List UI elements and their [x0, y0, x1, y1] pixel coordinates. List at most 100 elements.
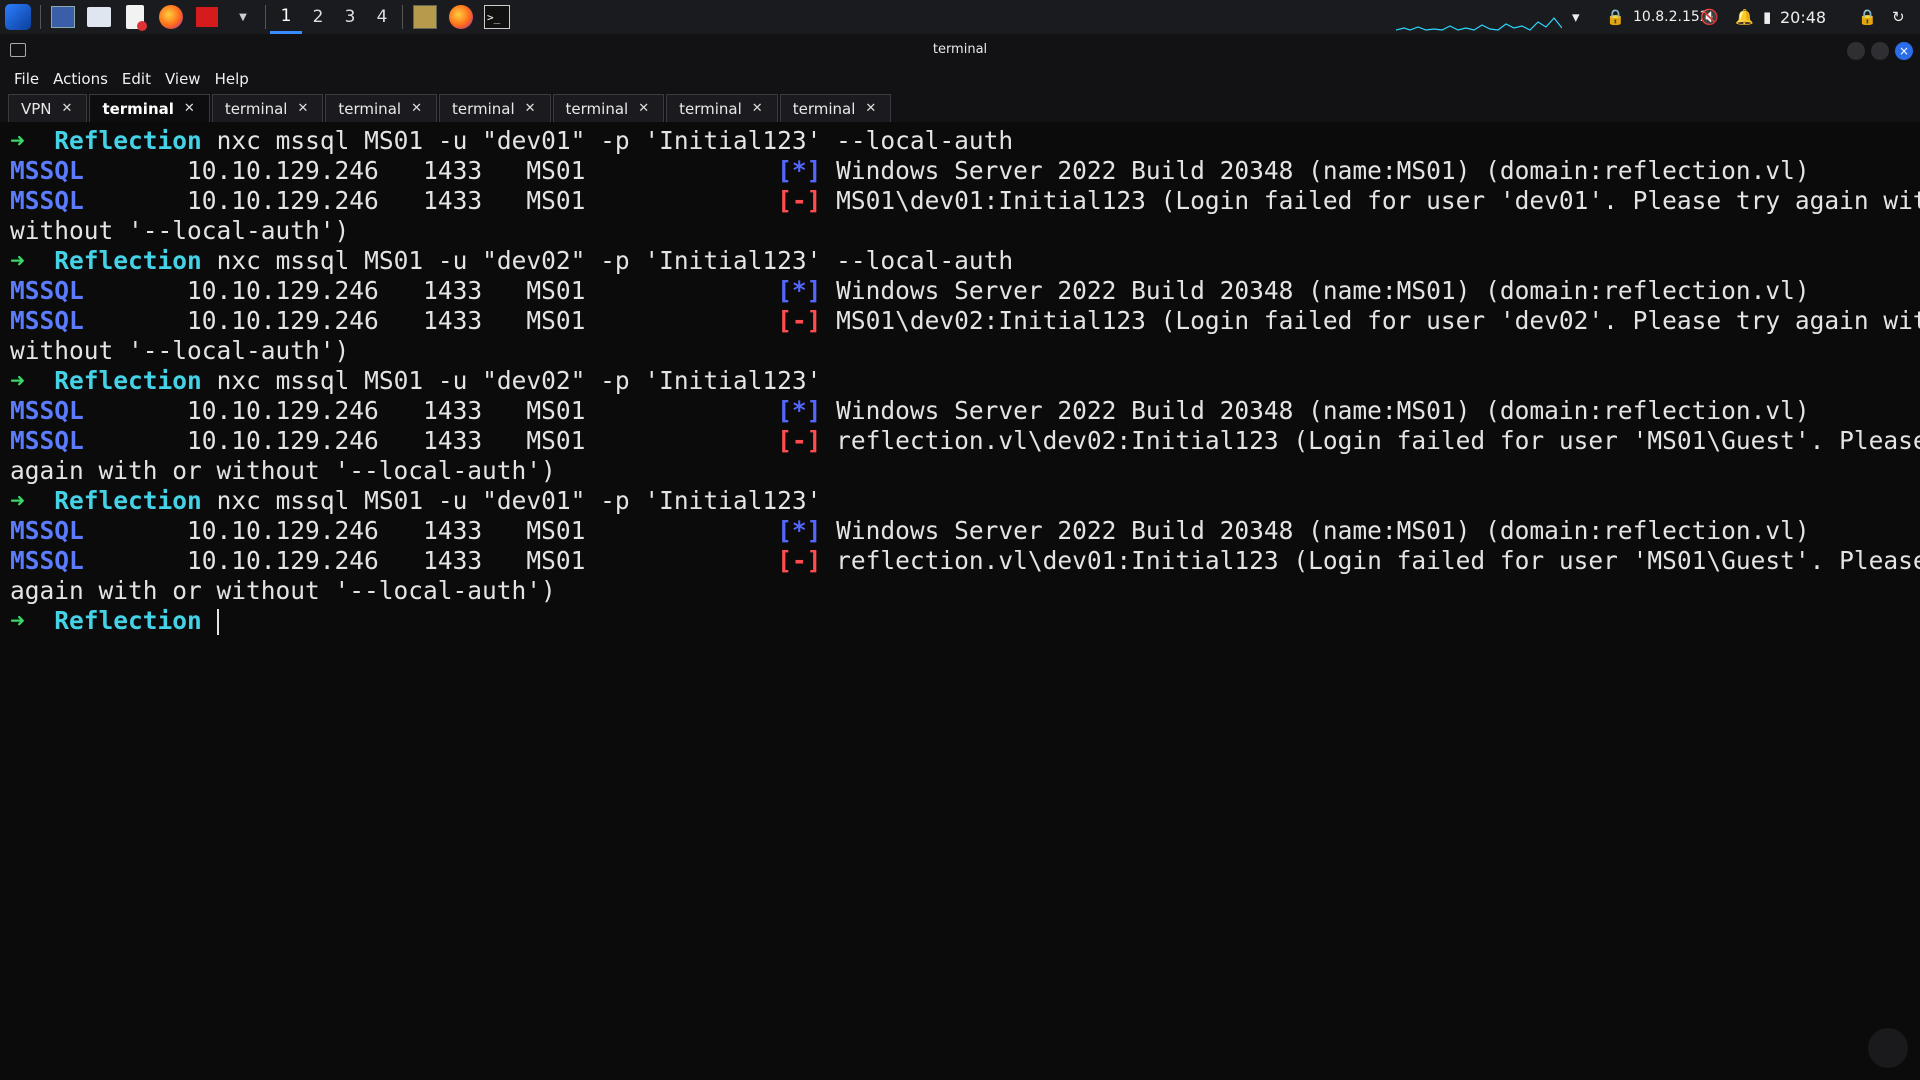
refresh-icon[interactable]: ↻: [1892, 0, 1905, 34]
close-icon[interactable]: ✕: [525, 101, 536, 116]
info-text: Windows Server 2022 Build 20348 (name:MS…: [836, 396, 1810, 425]
host-ip: 10.10.129.246: [187, 426, 379, 455]
battery-icon[interactable]: ▮: [1763, 0, 1771, 34]
output-line: MSSQL 10.10.129.246 1433 MS01 [*] Window…: [10, 396, 1910, 426]
workspace-4[interactable]: 4: [366, 0, 398, 34]
workspace-1[interactable]: 1: [270, 0, 302, 34]
prompt-dir: Reflection: [54, 246, 202, 275]
output-line: without '--local-auth'): [10, 216, 1910, 246]
close-icon[interactable]: ✕: [638, 101, 649, 116]
output-line: again with or without '--local-auth'): [10, 576, 1910, 606]
menu-edit[interactable]: Edit: [122, 70, 151, 88]
port: 1433: [423, 156, 483, 185]
tab-terminal[interactable]: terminal ✕: [666, 94, 778, 122]
prompt-line-current[interactable]: ➜ Reflection: [10, 606, 1910, 636]
vpn-ip-address: 10.8.2.152: [1633, 9, 1709, 25]
prompt-dir: Reflection: [54, 486, 202, 515]
tab-vpn[interactable]: VPN ✕: [8, 94, 88, 122]
menu-view[interactable]: View: [165, 70, 201, 88]
close-icon[interactable]: ✕: [297, 101, 308, 116]
tab-label: terminal: [451, 99, 515, 118]
tab-terminal[interactable]: terminal ✕: [552, 94, 665, 122]
tab-terminal[interactable]: terminal ✕: [779, 94, 892, 122]
menu-file[interactable]: File: [14, 70, 39, 88]
port: 1433: [423, 306, 483, 335]
file-manager-icon[interactable]: [86, 4, 112, 30]
prompt-arrow: ➜: [10, 486, 25, 515]
tab-terminal[interactable]: terminal ✕: [438, 94, 551, 122]
wallpaper-app-icon[interactable]: [412, 4, 438, 30]
terminal-icon[interactable]: >_: [484, 4, 510, 30]
port: 1433: [423, 396, 483, 425]
vpn-lock-icon[interactable]: 🔒: [1606, 0, 1625, 34]
host-ip: 10.10.129.246: [187, 276, 379, 305]
bell-icon[interactable]: 🔔: [1735, 0, 1754, 34]
info-text: Windows Server 2022 Build 20348 (name:MS…: [836, 276, 1810, 305]
tab-terminal[interactable]: terminal ✕: [211, 94, 324, 122]
info-text: Windows Server 2022 Build 20348 (name:MS…: [836, 156, 1810, 185]
output-line: MSSQL 10.10.129.246 1433 MS01 [*] Window…: [10, 156, 1910, 186]
close-button[interactable]: ×: [1895, 42, 1913, 60]
hostname: MS01: [526, 306, 586, 335]
hostname: MS01: [526, 396, 586, 425]
maximize-button[interactable]: [1871, 42, 1889, 60]
menu-actions[interactable]: Actions: [53, 70, 108, 88]
text-editor-icon[interactable]: [122, 4, 148, 31]
mute-icon[interactable]: 🔇: [1700, 0, 1719, 34]
firefox-icon[interactable]: [158, 4, 184, 30]
err-marker: [-]: [777, 186, 822, 215]
close-icon[interactable]: ✕: [752, 101, 763, 116]
prompt-arrow: ➜: [10, 606, 25, 635]
port: 1433: [423, 276, 483, 305]
output-line: MSSQL 10.10.129.246 1433 MS01 [-] reflec…: [10, 426, 1920, 456]
error-text: reflection.vl\dev02:Initial123 (Login fa…: [836, 426, 1920, 455]
menu-help[interactable]: Help: [215, 70, 249, 88]
lock-icon[interactable]: 🔒: [1858, 0, 1877, 34]
mssql-tag: MSSQL: [10, 156, 84, 185]
error-text: without '--local-auth'): [10, 216, 350, 245]
kali-menu-icon[interactable]: [5, 4, 31, 30]
window-titlebar[interactable]: terminal ×: [0, 34, 1920, 66]
workspace-3[interactable]: 3: [334, 0, 366, 34]
mssql-tag: MSSQL: [10, 426, 84, 455]
host-ip: 10.10.129.246: [187, 546, 379, 575]
port: 1433: [423, 186, 483, 215]
output-line: again with or without '--local-auth'): [10, 456, 1910, 486]
command-text: nxc mssql MS01 -u "dev01" -p 'Initial123…: [216, 126, 1014, 155]
network-graph: [1396, 17, 1562, 31]
hostname: MS01: [526, 156, 586, 185]
output-line: MSSQL 10.10.129.246 1433 MS01 [-] MS01\d…: [10, 306, 1920, 336]
hostname: MS01: [526, 516, 586, 545]
tab-terminal[interactable]: terminal ✕: [325, 94, 437, 122]
mssql-tag: MSSQL: [10, 306, 84, 335]
terminal-output[interactable]: ➜ Reflection nxc mssql MS01 -u "dev01" -…: [0, 122, 1920, 1080]
wifi-icon[interactable]: ▾: [1572, 0, 1580, 34]
prompt-arrow: ➜: [10, 246, 25, 275]
tab-label: terminal: [792, 99, 856, 118]
output-line: without '--local-auth'): [10, 336, 1910, 366]
text-cursor: [216, 609, 219, 635]
ok-marker: [*]: [777, 276, 822, 305]
prompt-arrow: ➜: [10, 126, 25, 155]
tab-label: VPN: [21, 99, 52, 118]
command-text: nxc mssql MS01 -u "dev02" -p 'Initial123…: [216, 366, 822, 395]
minimize-button[interactable]: [1847, 42, 1865, 60]
tab-bar: VPN ✕ terminal ✕ terminal ✕ terminal ✕ termi…: [0, 92, 1920, 122]
port: 1433: [423, 426, 483, 455]
workspace-2[interactable]: 2: [302, 0, 334, 34]
panel-separator: [40, 5, 41, 29]
panel-separator: [402, 5, 403, 29]
close-icon[interactable]: ✕: [411, 101, 422, 116]
hostname: MS01: [526, 186, 586, 215]
tab-terminal-active[interactable]: terminal ✕: [89, 94, 210, 122]
chevron-down-icon[interactable]: ▼: [230, 4, 256, 30]
desktop-thumbnail-icon[interactable]: [50, 4, 76, 30]
red-app-icon[interactable]: [194, 4, 220, 30]
close-icon[interactable]: ✕: [184, 101, 195, 116]
firefox-icon[interactable]: [448, 4, 474, 30]
clock[interactable]: 20:48: [1780, 0, 1826, 34]
close-icon[interactable]: ✕: [865, 101, 876, 116]
mssql-tag: MSSQL: [10, 546, 84, 575]
close-icon[interactable]: ✕: [62, 101, 73, 116]
error-text: reflection.vl\dev01:Initial123 (Login fa…: [836, 546, 1920, 575]
